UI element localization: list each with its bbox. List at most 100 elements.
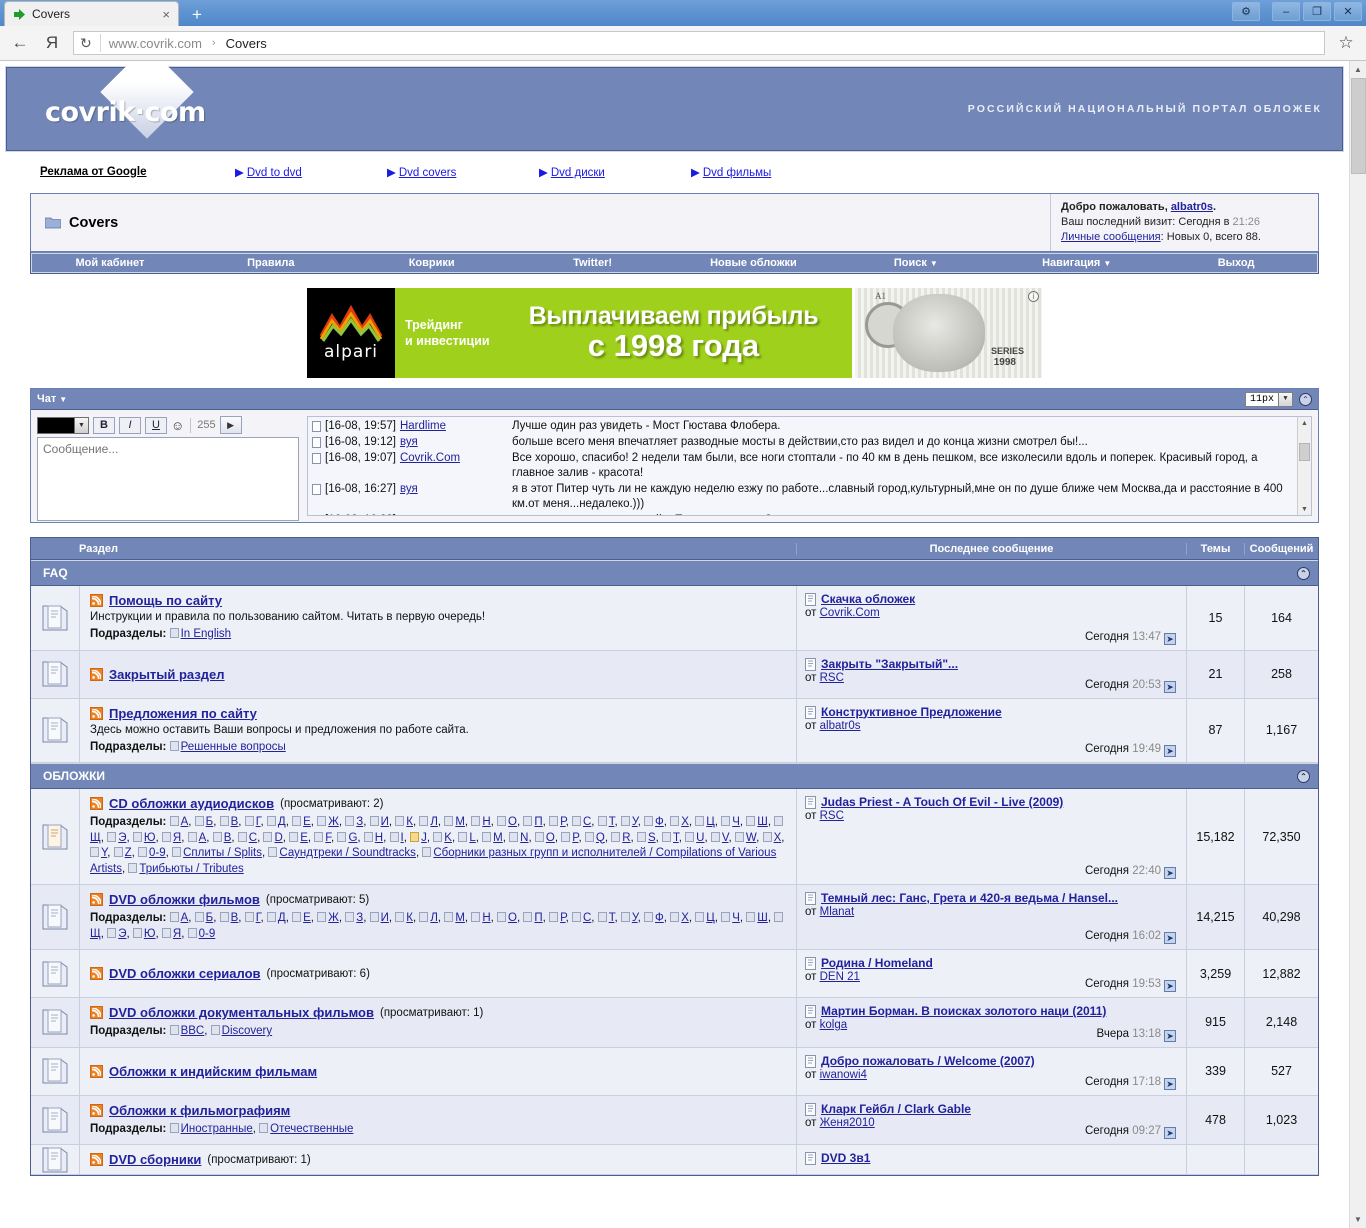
subforum-link[interactable]: L [469,832,475,844]
forum-title-link[interactable]: DVD обложки сериалов [109,966,261,981]
subforum-link[interactable]: Ш [757,816,768,828]
rss-icon[interactable] [90,893,103,906]
subforum-link[interactable]: Ф [655,816,664,828]
last-post-title-link[interactable]: Закрыть "Закрытый"... [821,657,958,671]
last-post-author-link[interactable]: Covrik.Com [820,607,880,619]
last-post-title-link[interactable]: Judas Priest - A Touch Of Evil - Live (2… [821,795,1063,809]
subforum-link[interactable]: К [406,816,413,828]
last-post-title-link[interactable]: Конструктивное Предложение [821,705,1002,719]
subforum-link[interactable]: U [696,832,704,844]
rss-icon[interactable] [90,797,103,810]
alpari-banner-ad[interactable]: alpari Трейдинг и инвестиции Выплачиваем… [307,288,1042,378]
subforum-link[interactable]: В [231,912,239,924]
goto-last-post-icon[interactable]: ➤ [1164,1077,1176,1090]
ad-link-3[interactable]: ▶ Dvd фильмы [691,165,843,179]
subforum-link[interactable]: Q [596,832,605,844]
last-post-author-link[interactable]: albatr0s [820,720,861,732]
subforum-link[interactable]: D [274,832,282,844]
subforum-link[interactable]: У [632,816,638,828]
chat-collapse-icon[interactable]: ⌃ [1299,392,1312,406]
forum-title-link[interactable]: Обложки к индийским фильмам [109,1064,317,1079]
last-post-author-link[interactable]: DEN 21 [820,971,860,983]
subforum-link[interactable]: Discovery [222,1025,272,1037]
subforum-link[interactable]: Решенные вопросы [181,741,286,753]
subforum-link[interactable]: P [572,832,578,844]
chat-message-user[interactable]: вуя [400,482,418,497]
ad-link-2[interactable]: ▶ Dvd диски [539,165,691,179]
subforum-link[interactable]: П [534,912,542,924]
subforum-link[interactable]: Ц [706,912,715,924]
forum-row[interactable]: DVD обложки документальных фильмов (прос… [31,998,1318,1048]
chat-message-user[interactable]: Covrik.Com [400,451,460,466]
subforum-link[interactable]: V [722,832,729,844]
close-window-button[interactable]: ✕ [1334,2,1362,21]
nav-item-twitter[interactable]: Twitter! [514,257,675,269]
reload-icon[interactable]: ↻ [80,35,92,52]
nav-item-new-covers[interactable]: Новые обложки [675,257,836,269]
forum-title-link[interactable]: Помощь по сайту [109,593,222,608]
chat-italic-button[interactable]: I [119,416,141,434]
subforum-link[interactable]: Ф [655,912,664,924]
forum-title-link[interactable]: CD обложки аудиодисков [109,796,274,811]
forum-row[interactable]: Помощь по сайту Инструкции и правила по … [31,586,1318,651]
subforum-link[interactable]: Ю [144,928,156,940]
subforum-link[interactable]: О [508,912,517,924]
yandex-logo-icon[interactable]: Я [41,32,63,54]
subforum-link[interactable]: С [583,816,591,828]
rss-icon[interactable] [90,1006,103,1019]
subforum-link[interactable]: Т [609,912,615,924]
subforum-link[interactable]: C [249,832,257,844]
ad-link-1[interactable]: ▶ Dvd covers [387,165,539,179]
chat-scroll-thumb[interactable] [1299,443,1310,461]
subforum-link[interactable]: П [534,816,542,828]
subforum-link[interactable]: I [401,832,404,844]
chat-color-select[interactable]: ▼ [37,416,89,434]
subforum-link[interactable]: У [632,912,638,924]
forum-row[interactable]: Обложки к фильмографиям Подразделы: Инос… [31,1095,1318,1145]
subforum-link[interactable]: Н [482,912,490,924]
scroll-thumb[interactable] [1351,78,1366,174]
forum-row[interactable]: DVD обложки фильмов (просматривают: 5) П… [31,885,1318,950]
subforum-link[interactable]: Иностранные [181,1123,253,1135]
forum-title-link[interactable]: Предложения по сайту [109,706,257,721]
goto-last-post-icon[interactable]: ➤ [1164,745,1176,757]
goto-last-post-icon[interactable]: ➤ [1164,632,1176,645]
rss-icon[interactable] [90,967,103,980]
chat-send-button[interactable]: ▶ [219,416,242,434]
scroll-up-icon[interactable]: ▲ [1350,61,1366,78]
forum-title-link[interactable]: Обложки к фильмографиям [109,1103,290,1118]
last-post-author-link[interactable]: Mlanat [820,906,855,918]
goto-last-post-icon[interactable]: ➤ [1164,867,1176,879]
category-collapse-icon[interactable]: ⌃ [1297,566,1310,580]
rss-icon[interactable] [90,667,103,681]
last-post-title-link[interactable]: Добро пожаловать / Welcome (2007) [821,1054,1035,1068]
chat-message-input[interactable] [37,437,299,521]
forum-row[interactable]: CD обложки аудиодисков (просматривают: 2… [31,789,1318,885]
forum-title-link[interactable]: DVD обложки фильмов [109,892,260,907]
subforum-link[interactable]: Э [118,832,126,844]
browser-settings-icon[interactable]: ⚙ [1232,2,1260,21]
subforum-link[interactable]: E [300,832,308,844]
forum-title-link[interactable]: Закрытый раздел [109,667,225,682]
chat-title[interactable]: Чат ▼ [37,393,67,405]
subforum-link[interactable]: Саундтреки / Soundtracks [279,847,416,859]
rss-icon[interactable] [90,706,103,720]
chat-message-user[interactable]: Hardlime [400,419,446,434]
forum-title-link[interactable]: DVD обложки документальных фильмов [109,1005,374,1020]
last-post-title-link[interactable]: Темный лес: Ганс, Грета и 420-я ведьма /… [821,891,1118,905]
goto-last-post-icon[interactable]: ➤ [1164,680,1176,693]
chat-smiley-icon[interactable]: ☺ [171,418,184,433]
subforum-link[interactable]: Ч [732,816,740,828]
subforum-link[interactable]: М [455,816,465,828]
subforum-link[interactable]: Щ [90,928,101,940]
site-logo[interactable]: covrik·com [7,61,206,151]
subforum-link[interactable]: В [231,816,239,828]
subforum-link[interactable]: Д [278,912,286,924]
subforum-link[interactable]: Трибьюты / Tributes [139,863,243,875]
nav-item-rules[interactable]: Правила [192,257,353,269]
last-post-title-link[interactable]: Родина / Homeland [821,956,933,970]
subforum-link[interactable]: A [199,832,207,844]
subforum-link[interactable]: М [455,912,465,924]
subforum-link[interactable]: G [348,832,357,844]
subforum-link[interactable]: Щ [90,832,101,844]
